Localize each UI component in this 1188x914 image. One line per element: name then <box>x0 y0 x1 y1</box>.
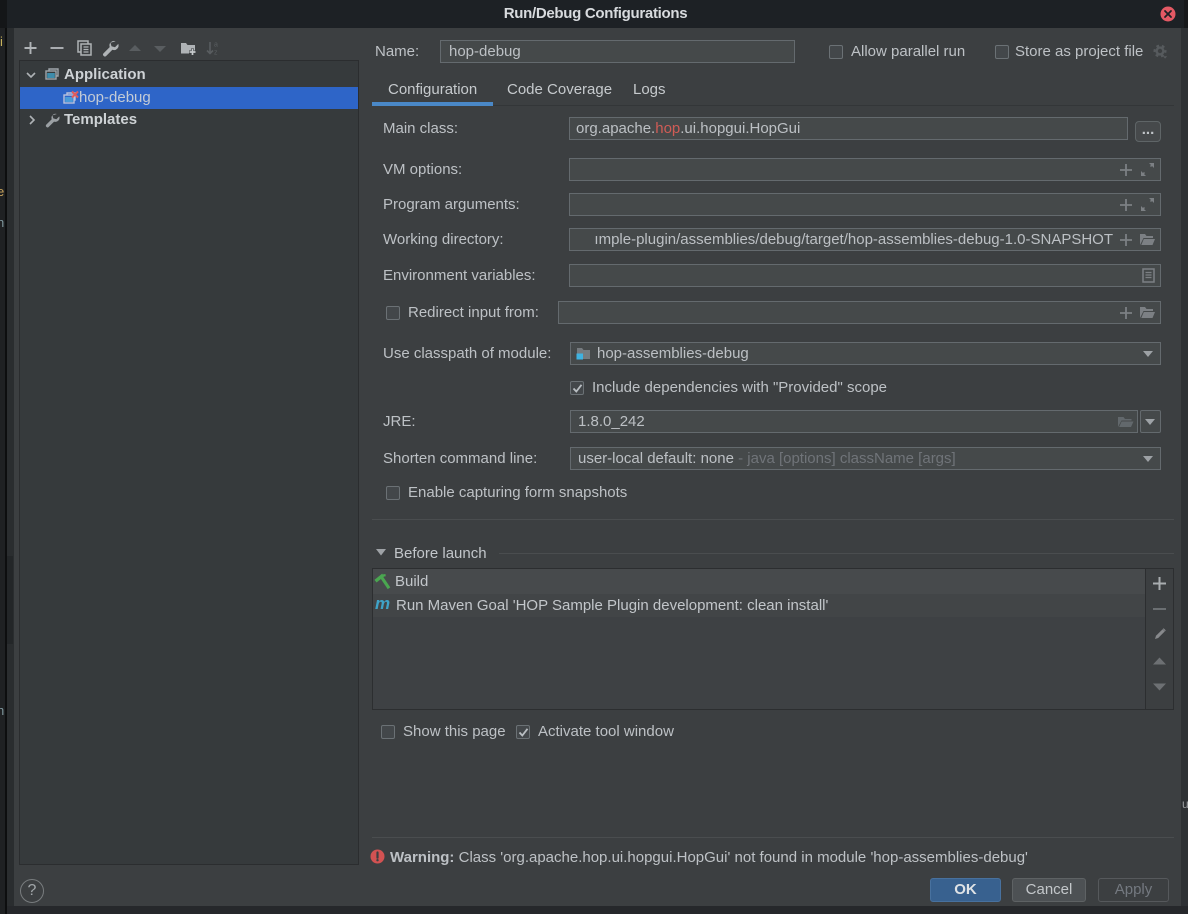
svg-text:a: a <box>214 42 218 49</box>
svg-text:z: z <box>214 50 218 57</box>
